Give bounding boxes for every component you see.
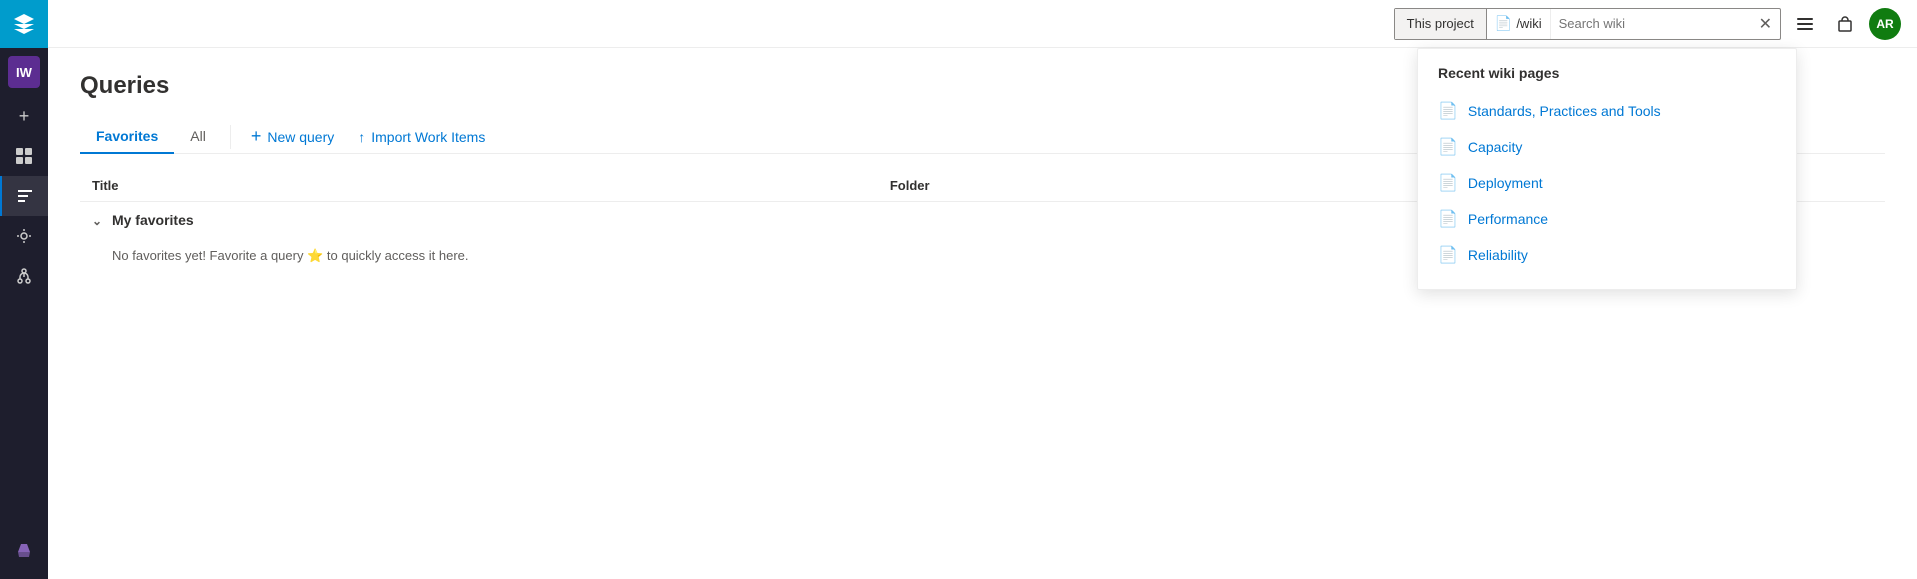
wiki-item-label-3: Performance [1468, 211, 1548, 227]
col-title: Title [80, 170, 878, 202]
wiki-page-icon-1: 📄 [1438, 137, 1458, 157]
pipelines-icon[interactable] [0, 216, 48, 256]
wiki-item-0[interactable]: 📄 Standards, Practices and Tools [1418, 93, 1796, 129]
user-avatar[interactable]: AR [1869, 8, 1901, 40]
wiki-item-label-1: Capacity [1468, 139, 1522, 155]
import-label: Import Work Items [371, 129, 485, 145]
search-bar: This project 📄 /wiki ✕ [1394, 8, 1781, 40]
add-icon[interactable]: + [0, 96, 48, 136]
sidebar: IW + [0, 0, 48, 579]
section-my-favorites-label: My favorites [112, 212, 194, 228]
new-query-button[interactable]: + New query [239, 120, 346, 153]
wiki-dropdown-title: Recent wiki pages [1418, 65, 1796, 93]
search-close-button[interactable]: ✕ [1751, 9, 1780, 39]
wiki-item-label-2: Deployment [1468, 175, 1543, 191]
wiki-item-3[interactable]: 📄 Performance [1418, 201, 1796, 237]
new-query-label: New query [267, 129, 334, 145]
wiki-page-icon-4: 📄 [1438, 245, 1458, 265]
wiki-page-icon-3: 📄 [1438, 209, 1458, 229]
wiki-item-4[interactable]: 📄 Reliability [1418, 237, 1796, 273]
tab-all[interactable]: All [174, 120, 222, 154]
tab-divider [230, 125, 231, 149]
queries-icon[interactable] [0, 176, 48, 216]
wiki-page-icon-0: 📄 [1438, 101, 1458, 121]
new-query-icon: + [251, 126, 262, 147]
search-scope-button[interactable]: This project [1395, 9, 1487, 39]
topbar: This project 📄 /wiki ✕ AR Recent wiki pa… [48, 0, 1917, 48]
search-wiki-tag[interactable]: 📄 /wiki [1487, 9, 1551, 39]
app-logo[interactable] [0, 0, 48, 48]
test-icon[interactable] [0, 531, 48, 571]
project-icon[interactable]: IW [8, 56, 40, 88]
import-icon: ↑ [358, 129, 365, 145]
repos-icon[interactable] [0, 256, 48, 296]
wiki-doc-icon: 📄 [1495, 15, 1512, 32]
wiki-item-label-0: Standards, Practices and Tools [1468, 103, 1661, 119]
tab-favorites[interactable]: Favorites [80, 120, 174, 154]
main-area: This project 📄 /wiki ✕ AR Recent wiki pa… [48, 0, 1917, 579]
bag-icon[interactable] [1829, 8, 1861, 40]
wiki-item-2[interactable]: 📄 Deployment [1418, 165, 1796, 201]
wiki-dropdown: Recent wiki pages 📄 Standards, Practices… [1417, 48, 1797, 290]
wiki-page-icon-2: 📄 [1438, 173, 1458, 193]
search-input[interactable] [1551, 9, 1751, 39]
boards-icon[interactable] [0, 136, 48, 176]
import-work-items-button[interactable]: ↑ Import Work Items [346, 123, 497, 151]
list-icon[interactable] [1789, 8, 1821, 40]
wiki-item-1[interactable]: 📄 Capacity [1418, 129, 1796, 165]
expand-arrow-icon[interactable]: ⌄ [92, 214, 102, 228]
wiki-tag-label: /wiki [1516, 16, 1541, 31]
wiki-item-label-4: Reliability [1468, 247, 1528, 263]
